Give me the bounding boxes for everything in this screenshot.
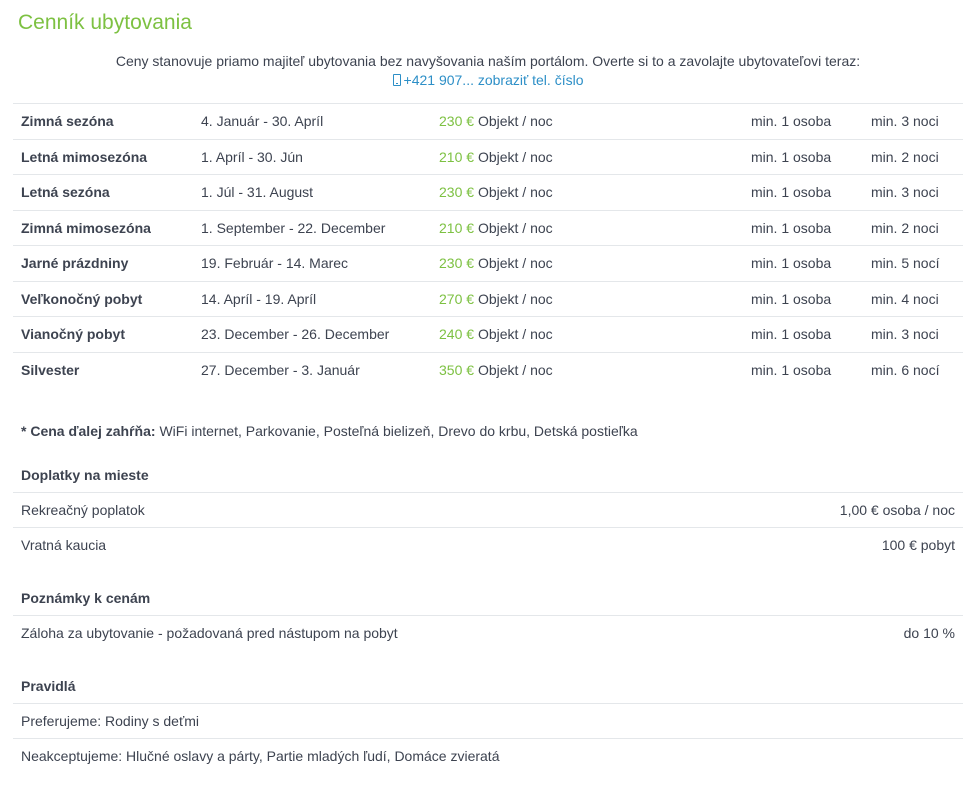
season-dates: 1. September - 22. December bbox=[201, 219, 386, 236]
min-nights: min. 3 noci bbox=[871, 326, 939, 343]
min-persons: min. 1 osoba bbox=[751, 184, 832, 201]
mobile-phone-icon bbox=[392, 74, 401, 86]
includes-label: * Cena ďalej zahŕňa: bbox=[21, 423, 156, 439]
season-dates: 1. Apríl - 30. Jún bbox=[201, 148, 303, 165]
table-row: Jarné prázdniny 19. Február - 14. Marec 23… bbox=[13, 245, 963, 282]
min-nights: min. 2 noci bbox=[871, 219, 939, 236]
rules-section: Pravidlá Preferujeme: Rodiny s deťmi Nea… bbox=[13, 669, 963, 773]
season-name: Vianočný pobyt bbox=[21, 326, 125, 343]
price-unit: Objekt / noc bbox=[477, 148, 553, 165]
table-row: Zimná mimosezóna 1. September - 22. Decem… bbox=[13, 210, 963, 246]
show-phone-link[interactable]: +421 907... zobraziť tel. číslo bbox=[392, 72, 584, 88]
season-price: 350 € Objekt / noc bbox=[439, 352, 689, 387]
table-row: Zimná sezóna 4. Január - 30. Apríl 230 € O… bbox=[13, 103, 963, 140]
season-price: 230 € Objekt / noc bbox=[439, 104, 689, 140]
season-name: Letná sezóna bbox=[21, 184, 110, 201]
price-table: Zimná sezóna 4. Január - 30. Apríl 230 € O… bbox=[13, 103, 963, 387]
min-nights: min. 4 noci bbox=[871, 290, 939, 307]
section-title: Pravidlá bbox=[13, 669, 963, 704]
table-row: Letná sezóna 1. Júl - 31. August 230 € Obj… bbox=[13, 174, 963, 211]
season-dates: 27. December - 3. Január bbox=[201, 361, 360, 378]
min-persons: min. 1 osoba bbox=[751, 290, 832, 307]
row-label: Rekreačný poplatok bbox=[21, 502, 145, 518]
price-unit: Objekt / noc bbox=[477, 113, 553, 130]
price-value: 230 € bbox=[439, 255, 475, 272]
price-value: 210 € bbox=[439, 148, 475, 165]
list-item: Preferujeme: Rodiny s deťmi bbox=[13, 704, 963, 739]
season-dates: 14. Apríl - 19. Apríl bbox=[201, 290, 317, 307]
list-item: Záloha za ubytovanie - požadovaná pred n… bbox=[13, 616, 963, 650]
min-nights: min. 5 nocí bbox=[871, 255, 940, 272]
min-nights: min. 6 nocí bbox=[871, 361, 940, 378]
season-price: 230 € Objekt / noc bbox=[439, 175, 689, 211]
list-item: Vratná kaucia 100 € pobyt bbox=[13, 528, 963, 562]
phone-link-label: +421 907... zobraziť tel. číslo bbox=[403, 72, 584, 88]
season-price: 240 € Objekt / noc bbox=[439, 317, 689, 353]
section-title: Poznámky k cenám bbox=[13, 581, 963, 616]
section-title: Doplatky na mieste bbox=[13, 458, 963, 493]
season-price: 230 € Objekt / noc bbox=[439, 246, 689, 282]
min-nights: min. 3 noci bbox=[871, 113, 939, 130]
row-label: Vratná kaucia bbox=[21, 537, 107, 553]
min-persons: min. 1 osoba bbox=[751, 255, 832, 272]
row-label: Preferujeme: Rodiny s deťmi bbox=[21, 713, 199, 729]
season-dates: 1. Júl - 31. August bbox=[201, 184, 314, 201]
price-unit: Objekt / noc bbox=[477, 290, 553, 307]
surcharges-section: Doplatky na mieste Rekreačný poplatok 1,… bbox=[13, 458, 963, 562]
price-unit: Objekt / noc bbox=[477, 219, 553, 236]
table-row: Vianočný pobyt 23. December - 26. Decembe… bbox=[13, 316, 963, 353]
price-unit: Objekt / noc bbox=[477, 255, 553, 272]
row-label: Neakceptujeme: Hlučné oslavy a párty, Pa… bbox=[21, 748, 500, 764]
price-value: 240 € bbox=[439, 326, 475, 343]
price-list-page: Cenník ubytovania Ceny stanovuje priamo … bbox=[0, 0, 973, 773]
season-name: Silvester bbox=[21, 361, 80, 378]
price-value: 270 € bbox=[439, 290, 475, 307]
season-dates: 19. Február - 14. Marec bbox=[201, 255, 349, 272]
season-price: 270 € Objekt / noc bbox=[439, 281, 689, 317]
list-item: Rekreačný poplatok 1,00 € osoba / noc bbox=[13, 493, 963, 528]
table-row: Letná mimosezóna 1. Apríl - 30. Jún 210 € … bbox=[13, 139, 963, 175]
season-dates: 4. Január - 30. Apríl bbox=[201, 113, 324, 130]
min-persons: min. 1 osoba bbox=[751, 113, 832, 130]
price-value: 230 € bbox=[439, 113, 475, 130]
row-value: 100 € pobyt bbox=[881, 537, 955, 553]
season-name: Zimná mimosezóna bbox=[21, 219, 151, 236]
list-item: Neakceptujeme: Hlučné oslavy a párty, Pa… bbox=[13, 739, 963, 773]
min-persons: min. 1 osoba bbox=[751, 148, 832, 165]
price-unit: Objekt / noc bbox=[477, 361, 553, 378]
price-notes-section: Poznámky k cenám Záloha za ubytovanie - … bbox=[13, 581, 963, 650]
row-label: Záloha za ubytovanie - požadovaná pred n… bbox=[21, 625, 398, 641]
season-dates: 23. December - 26. December bbox=[201, 326, 390, 343]
season-name: Letná mimosezóna bbox=[21, 148, 148, 165]
price-unit: Objekt / noc bbox=[477, 184, 553, 201]
price-value: 350 € bbox=[439, 361, 475, 378]
row-value: 1,00 € osoba / noc bbox=[839, 502, 955, 518]
price-includes: * Cena ďalej zahŕňa: WiFi internet, Park… bbox=[13, 423, 963, 439]
season-price: 210 € Objekt / noc bbox=[439, 210, 689, 246]
intro-text: Ceny stanovuje priamo majiteľ ubytovania… bbox=[115, 53, 861, 69]
price-unit: Objekt / noc bbox=[477, 326, 553, 343]
table-row: Veľkonočný pobyt 14. Apríl - 19. Apríl 270… bbox=[13, 281, 963, 317]
price-value: 230 € bbox=[439, 184, 475, 201]
table-row: Silvester 27. December - 3. Január 350 € O… bbox=[13, 352, 963, 387]
min-nights: min. 2 noci bbox=[871, 148, 939, 165]
season-price: 210 € Objekt / noc bbox=[439, 139, 689, 175]
price-value: 210 € bbox=[439, 219, 475, 236]
intro-text-block: Ceny stanovuje priamo majiteľ ubytovania… bbox=[13, 52, 963, 90]
min-nights: min. 3 noci bbox=[871, 184, 939, 201]
min-persons: min. 1 osoba bbox=[751, 361, 832, 378]
season-name: Zimná sezóna bbox=[21, 113, 114, 130]
season-name: Jarné prázdniny bbox=[21, 255, 129, 272]
min-persons: min. 1 osoba bbox=[751, 326, 832, 343]
page-title: Cenník ubytovania bbox=[18, 11, 192, 34]
min-persons: min. 1 osoba bbox=[751, 219, 832, 236]
season-name: Veľkonočný pobyt bbox=[21, 290, 143, 307]
includes-value: WiFi internet, Parkovanie, Posteľná biel… bbox=[159, 423, 638, 439]
row-value: do 10 % bbox=[903, 625, 955, 641]
